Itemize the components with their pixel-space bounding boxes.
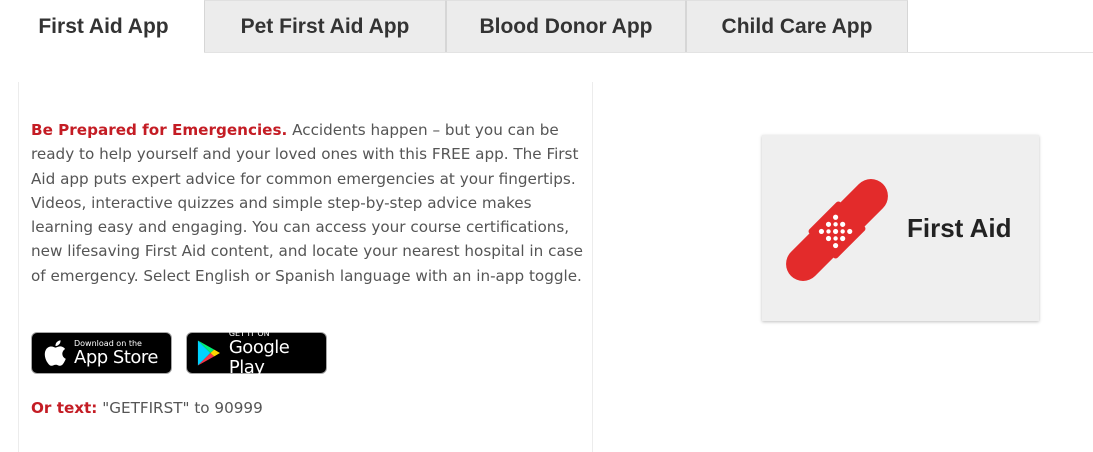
tab-blood-donor-app[interactable]: Blood Donor App — [446, 0, 686, 52]
app-store-button[interactable]: Download on the App Store — [31, 332, 172, 374]
google-play-big-label: Google Play — [228, 336, 290, 378]
app-description-panel: Be Prepared for Emergencies. Accidents h… — [18, 82, 593, 452]
tab-bar: First Aid App Pet First Aid App Blood Do… — [0, 0, 1093, 53]
app-description: Be Prepared for Emergencies. Accidents h… — [31, 118, 586, 288]
or-text-value: "GETFIRST" to 90999 — [97, 399, 263, 417]
tab-first-aid-app[interactable]: First Aid App — [3, 0, 204, 53]
apple-icon — [44, 340, 66, 366]
headline: Be Prepared for Emergencies. — [31, 121, 288, 139]
bandage-icon — [786, 179, 888, 281]
google-play-icon — [197, 340, 220, 366]
tab-child-care-app[interactable]: Child Care App — [686, 0, 908, 52]
app-card-title: First Aid — [907, 213, 1012, 243]
google-play-button[interactable]: GET IT ON Google Play — [186, 329, 327, 377]
text-to-download: Or text: "GETFIRST" to 90999 — [31, 399, 263, 417]
tab-divider — [204, 52, 1093, 53]
app-store-big-label: App Store — [74, 346, 158, 368]
tab-pet-first-aid-app[interactable]: Pet First Aid App — [204, 0, 446, 52]
description-body: Accidents happen – but you can be ready … — [31, 121, 584, 285]
or-text-label: Or text: — [31, 399, 98, 417]
app-logo-card: First Aid — [762, 135, 1039, 321]
